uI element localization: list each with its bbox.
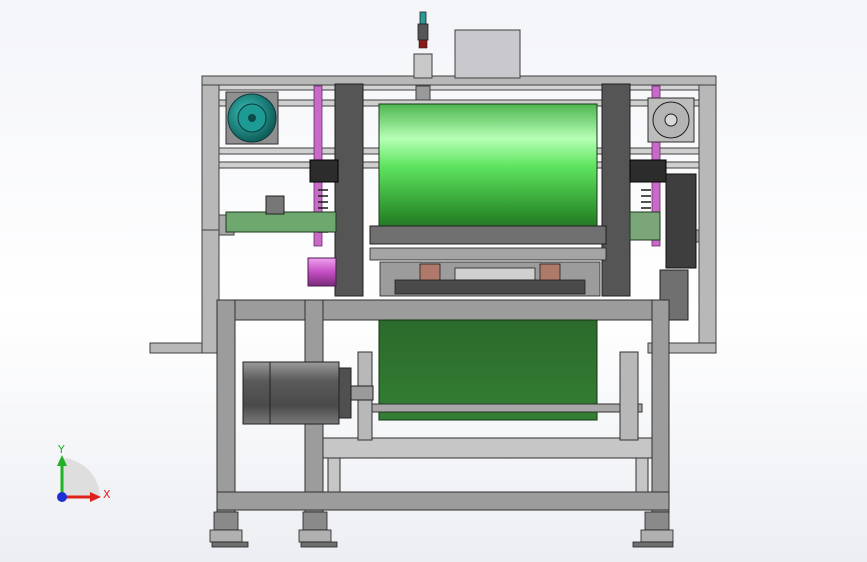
pulley-disc bbox=[647, 97, 695, 143]
nip-mechanism bbox=[369, 247, 607, 297]
y-axis-label: Y bbox=[57, 443, 65, 456]
lower-shaft bbox=[371, 403, 643, 413]
x-axis-label: X bbox=[103, 488, 111, 501]
teal-motor bbox=[225, 91, 279, 145]
coordinate-triad: Y X bbox=[57, 443, 111, 502]
top-sensor bbox=[413, 11, 433, 101]
magenta-roll bbox=[307, 257, 337, 287]
leveling-feet bbox=[209, 511, 674, 548]
cad-viewport[interactable]: Y X bbox=[0, 0, 867, 562]
z-axis-dot bbox=[57, 492, 67, 502]
servo-motor bbox=[242, 361, 374, 425]
green-roller bbox=[369, 103, 607, 245]
control-box bbox=[454, 29, 521, 79]
